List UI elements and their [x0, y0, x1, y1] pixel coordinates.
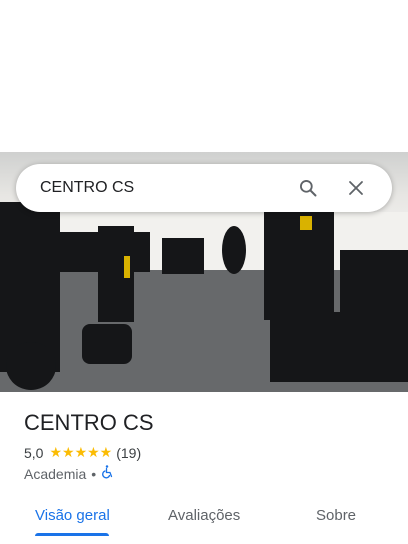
photo-equipment [222, 226, 246, 274]
tab-bar: Visão geral Avaliações Sobre [0, 492, 408, 544]
search-icon[interactable] [296, 176, 320, 200]
star-icons: ★★★★★ [49, 444, 113, 460]
active-tab-indicator [35, 533, 109, 536]
rating-value: 5,0 [24, 444, 44, 461]
photo-equipment [300, 216, 312, 230]
wheelchair-icon [101, 465, 113, 482]
photo-equipment [82, 324, 132, 364]
separator: • [91, 465, 97, 482]
rating-row[interactable]: 5,0 ★★★★★ (19) [24, 444, 384, 461]
review-count: (19) [116, 444, 142, 461]
tab-overview[interactable]: Visão geral [35, 504, 110, 528]
wheelchair-icon-svg [102, 465, 113, 479]
place-title: CENTRO CS [24, 410, 154, 435]
close-icon-svg [349, 181, 363, 195]
search-query[interactable]: CENTRO CS [40, 179, 296, 197]
tab-about[interactable]: Sobre [316, 504, 356, 528]
photo-equipment [124, 256, 130, 278]
category-label: Academia [24, 465, 87, 482]
tab-reviews[interactable]: Avaliações [168, 504, 240, 528]
photo-equipment [340, 250, 408, 380]
search-icon-svg [300, 180, 317, 197]
search-bar[interactable]: CENTRO CS [16, 164, 392, 212]
photo-equipment [6, 342, 56, 390]
close-icon[interactable] [344, 176, 368, 200]
category-row: Academia • [24, 465, 384, 482]
place-info: CENTRO CS 5,0 ★★★★★ (19) Academia • [24, 410, 384, 482]
photo-equipment [162, 238, 204, 274]
photo-equipment [264, 212, 334, 320]
